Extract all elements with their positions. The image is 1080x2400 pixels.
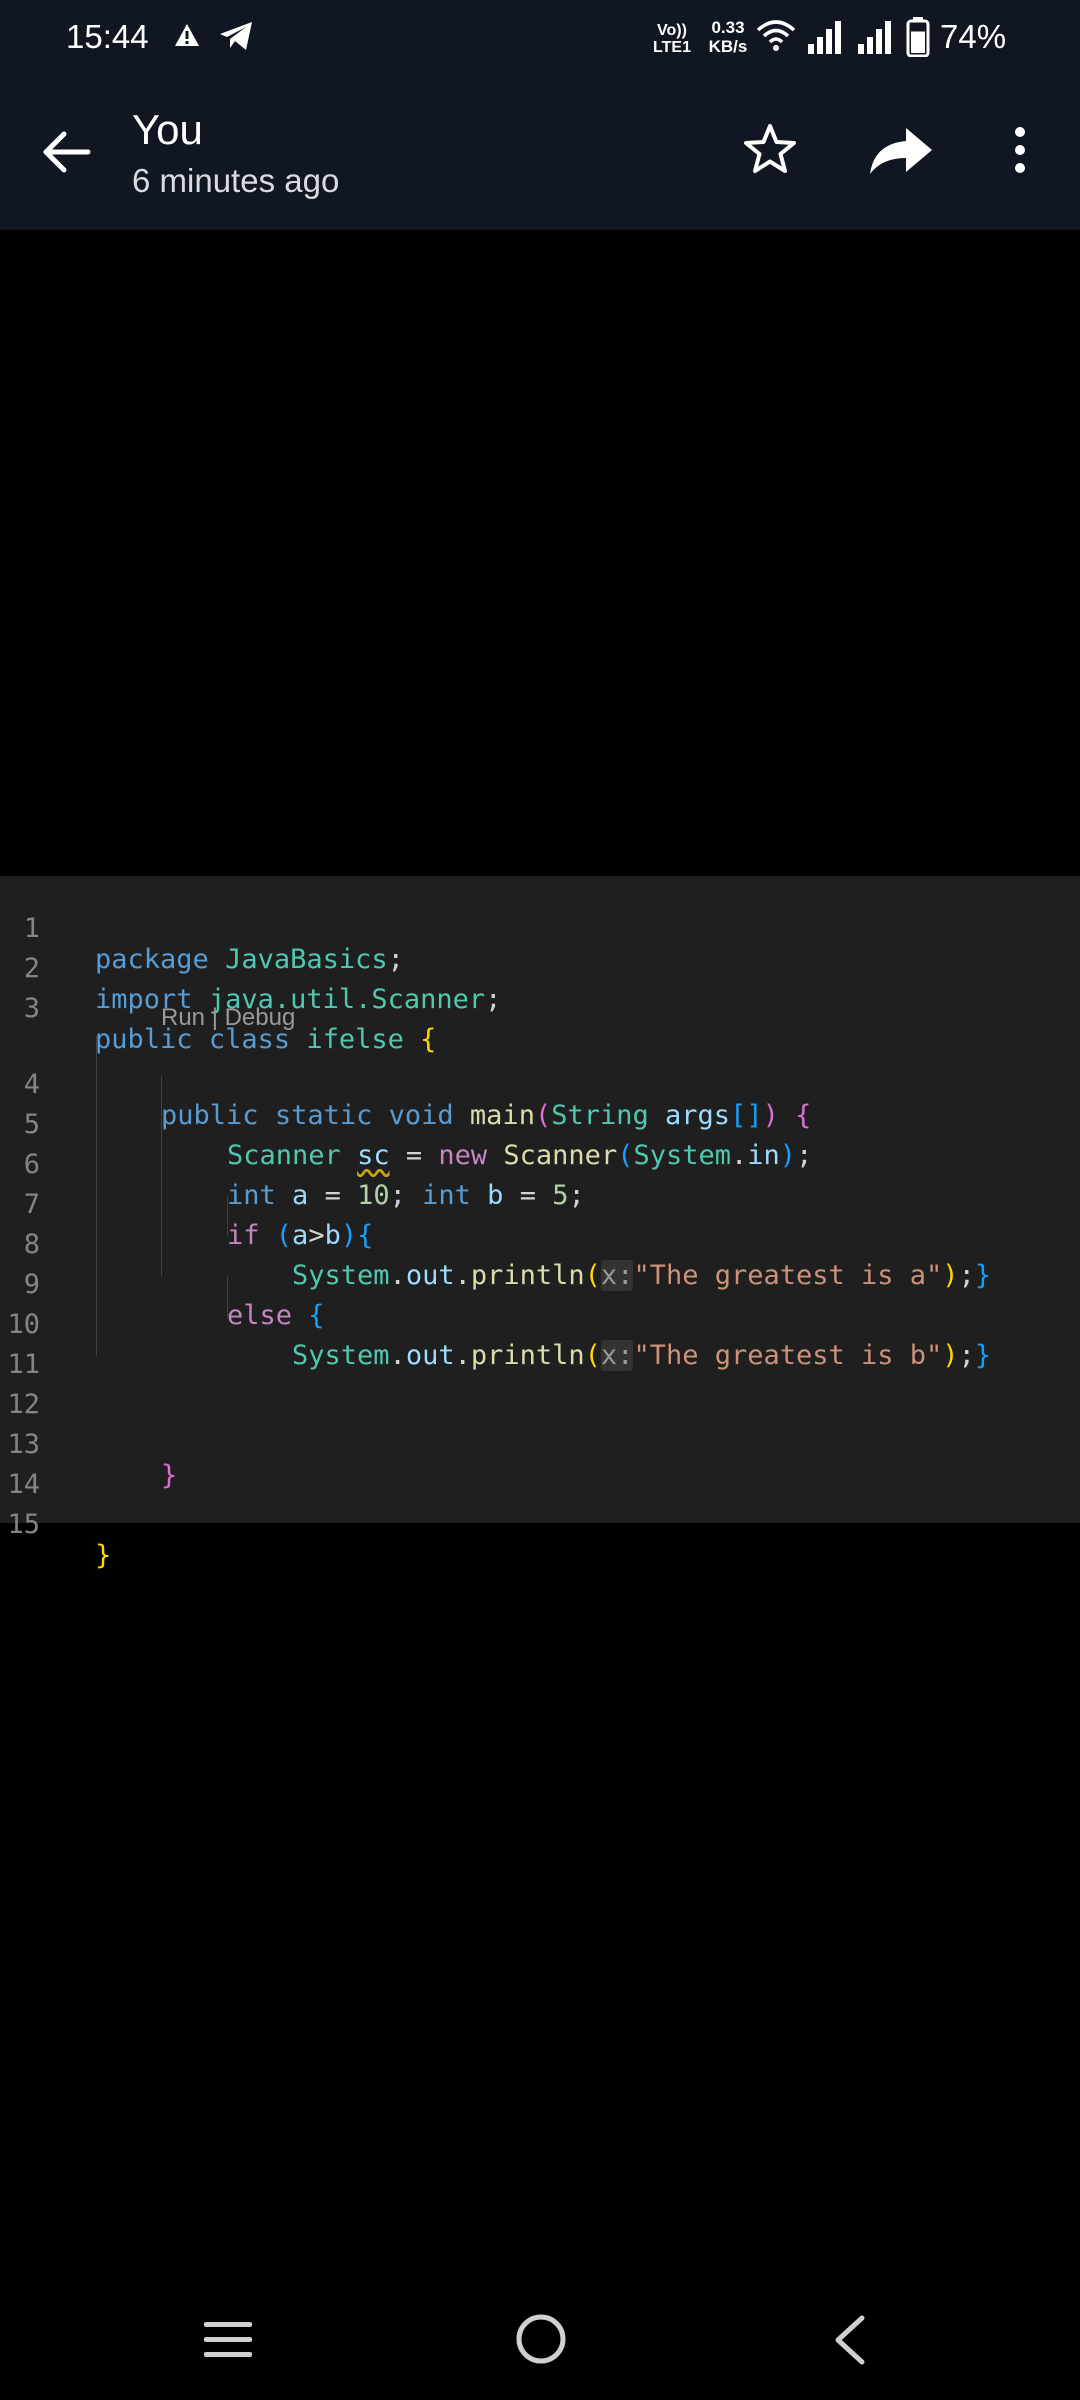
code-line: 7 if (a>b){ [23,1189,374,1251]
status-bar: 15:44 Vo)) LTE1 0.33 KB/s 74% [0,0,1080,80]
battery-icon [906,17,930,57]
back-chevron-icon[interactable] [830,2314,870,2366]
more-vert-icon[interactable] [1000,120,1040,180]
share-icon[interactable] [866,120,936,180]
code-line: 9 else { [23,1269,325,1331]
code-line: 8 System.out.println(x:"The greatest is … [23,1229,992,1291]
code-line: 14 [7,1469,40,1500]
battery-percent: 74% [940,18,1007,55]
app-bar: You 6 minutes ago [0,80,1080,230]
star-icon[interactable] [740,120,800,180]
codelens-run-debug: Run | Debug [161,1004,296,1031]
code-line: 13 } [7,1429,178,1491]
code-line: 10 System.out.println(x:"The greatest is… [7,1309,992,1371]
code-screenshot: 1 package JavaBasics; 2 import java.util… [0,876,1080,1571]
code-line: 3 public class ifelse { [23,993,437,1055]
sent-time: 6 minutes ago [132,162,340,199]
home-circle-icon[interactable] [514,2312,568,2366]
code-line: 6 int a = 10; int b = 5; [23,1149,585,1211]
code-line: 15 } [7,1509,112,1571]
signal-icon [808,21,841,54]
code-line: 11 [7,1349,40,1380]
recents-menu-icon[interactable] [202,2318,254,2362]
code-line: 4 public static void main(String args[])… [23,1069,812,1131]
code-line: 2 import java.util.Scanner; [23,953,502,1015]
telegram-icon [220,22,252,50]
signal-icon [858,21,891,54]
wifi-icon [756,20,796,51]
system-nav-bar [0,2280,1080,2400]
volte-indicator: Vo)) LTE1 [653,22,691,56]
back-arrow-icon[interactable] [36,122,96,182]
code-line: 12 [7,1389,40,1420]
code-line: 1 package JavaBasics; [23,913,404,975]
status-time: 15:44 [66,18,149,55]
network-speed: 0.33 KB/s [708,18,748,56]
sender-name: You [132,106,203,153]
code-line: 5 Scanner sc = new Scanner(System.in); [23,1109,813,1171]
alert-icon [175,24,199,46]
